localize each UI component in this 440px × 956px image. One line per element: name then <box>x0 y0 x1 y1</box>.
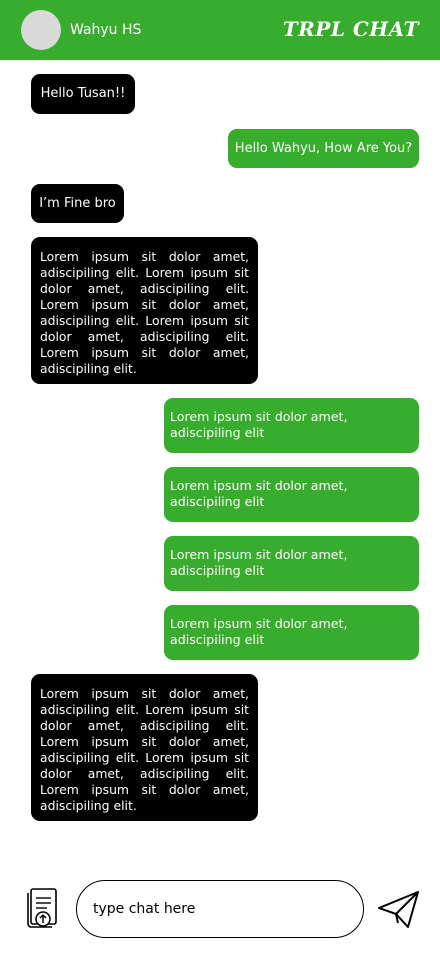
avatar[interactable] <box>21 10 61 50</box>
message-outgoing: Lorem ipsum sit dolor amet, adiscipiling… <box>164 467 419 522</box>
message-incoming: Lorem ipsum sit dolor amet, adiscipiling… <box>31 237 258 384</box>
message-outgoing: Lorem ipsum sit dolor amet, adiscipiling… <box>164 536 419 591</box>
app-title: TRPL CHAT <box>282 17 419 41</box>
contact-name[interactable]: Wahyu HS <box>70 20 141 40</box>
message-incoming: Hello Tusan!! <box>31 74 135 114</box>
message-incoming: I’m Fine bro <box>31 184 124 223</box>
chat-input[interactable] <box>76 880 364 938</box>
message-incoming: Lorem ipsum sit dolor amet, adiscipiling… <box>31 674 258 821</box>
send-button[interactable] <box>377 890 421 930</box>
message-outgoing: Lorem ipsum sit dolor amet, adiscipiling… <box>164 398 419 453</box>
file-upload-icon[interactable] <box>22 887 62 931</box>
chat-header: Wahyu HS TRPL CHAT <box>0 0 440 60</box>
message-outgoing: Hello Wahyu, How Are You? <box>228 129 419 168</box>
message-outgoing: Lorem ipsum sit dolor amet, adiscipiling… <box>164 605 419 660</box>
paper-plane-icon <box>378 891 419 928</box>
